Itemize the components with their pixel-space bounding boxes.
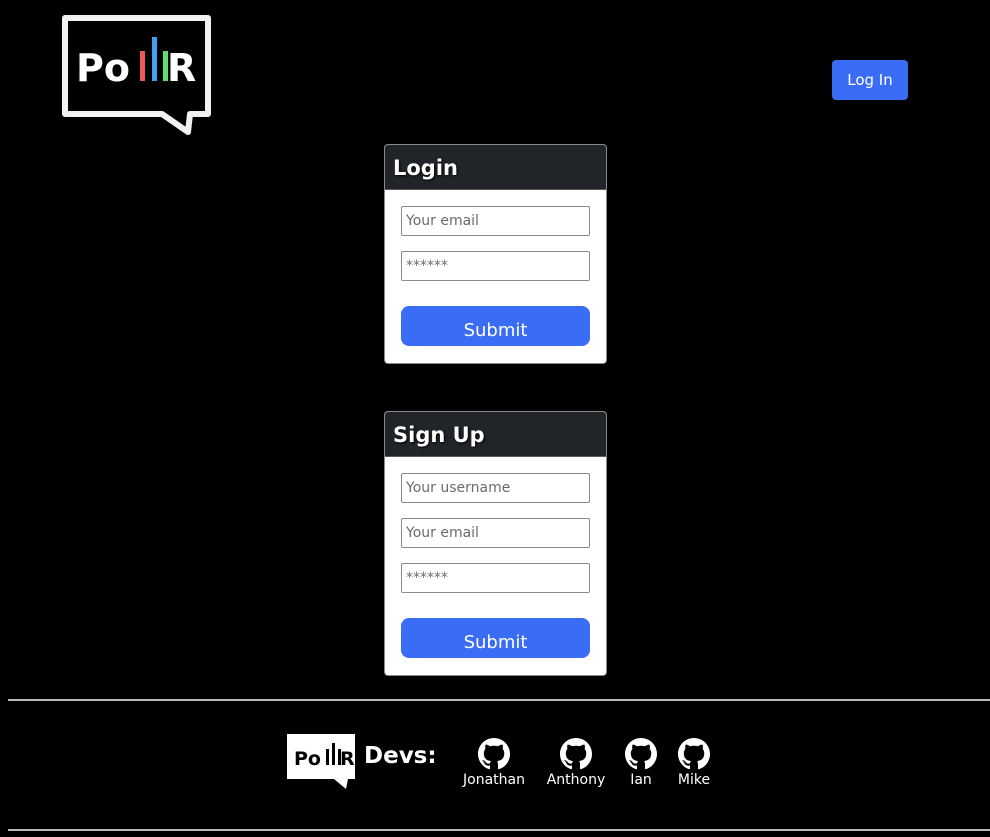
dev-name: Jonathan [463,772,525,788]
dev-link-mike[interactable]: Mike [675,738,713,788]
dev-link-anthony[interactable]: Anthony [545,738,607,788]
signup-card: Sign Up Submit [384,411,607,676]
login-form: Submit [385,190,606,346]
github-icon [478,738,510,770]
login-password-input[interactable] [401,251,590,281]
footer-divider-top [8,699,990,701]
svg-text:R: R [167,46,196,90]
signup-form: Submit [385,457,606,658]
dev-link-jonathan[interactable]: Jonathan [462,738,526,788]
footer-logo-text: Po [294,748,321,770]
login-submit-button[interactable]: Submit [401,306,590,346]
signup-submit-button[interactable]: Submit [401,618,590,658]
github-icon [560,738,592,770]
devs-label: Devs: [364,743,437,769]
github-icon [678,738,710,770]
footer-divider-bottom [8,829,990,831]
login-email-input[interactable] [401,206,590,236]
signup-card-title: Sign Up [385,412,606,457]
dev-link-ian[interactable]: Ian [624,738,658,788]
dev-name: Anthony [546,772,606,788]
logo-text: Po [76,46,130,90]
github-icon [625,738,657,770]
signup-username-input[interactable] [401,473,590,503]
footer-pollr-logo: Po R [287,734,355,789]
header-login-button[interactable]: Log In [832,60,908,100]
dev-name: Mike [677,772,711,788]
login-card-title: Login [385,145,606,190]
signup-email-input[interactable] [401,518,590,548]
dev-name: Ian [630,772,652,788]
login-card: Login Submit [384,144,607,364]
pollr-logo[interactable]: Po R [62,15,212,137]
svg-text:R: R [340,748,355,770]
signup-password-input[interactable] [401,563,590,593]
